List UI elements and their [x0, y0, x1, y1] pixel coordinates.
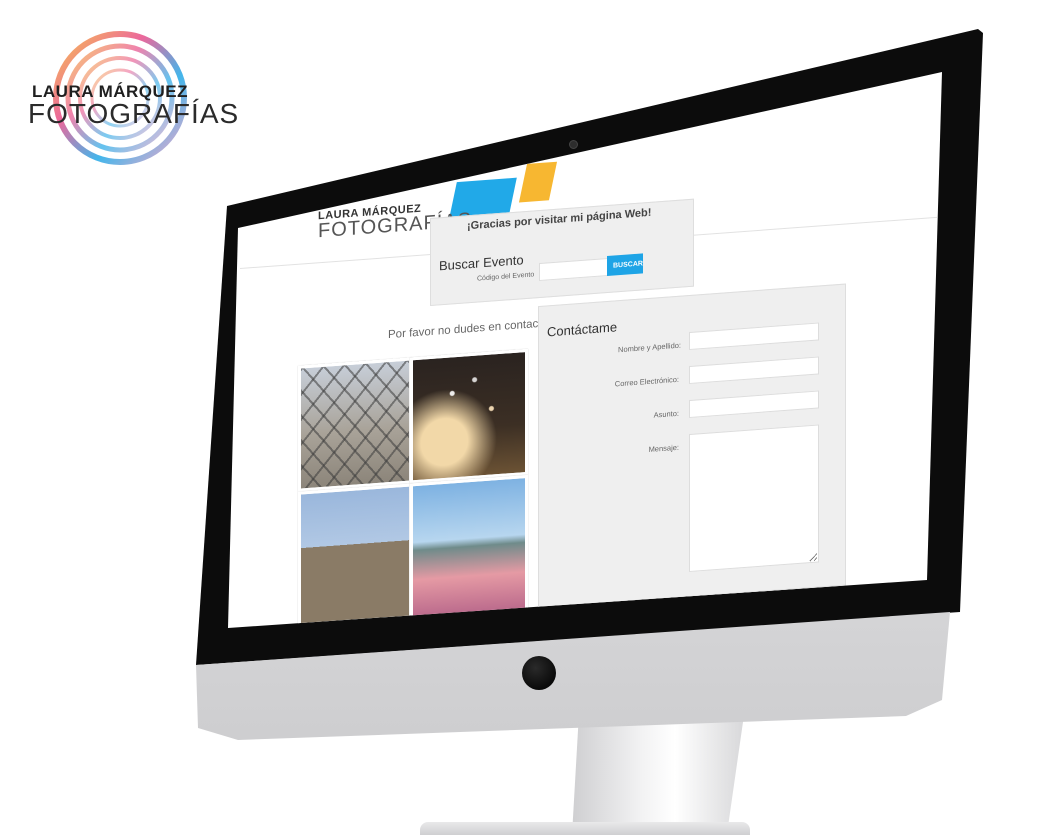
subject-label: Asunto: — [653, 408, 679, 420]
contact-title: Contáctame — [547, 319, 618, 340]
login-link[interactable]: Entrar — [834, 36, 861, 49]
camera-icon — [569, 140, 578, 149]
photo-gallery — [298, 348, 534, 628]
header-yellow-stripe — [518, 161, 558, 203]
message-label: Mensaje: — [648, 442, 679, 454]
event-code-input[interactable] — [539, 257, 611, 282]
contact-form: Contáctame Nombre y Apellido: Correo Ele… — [538, 283, 846, 609]
monitor: Entrar LAURA MÁRQUEZ FOTOGRAFÍAS ¡Gracia… — [0, 0, 1057, 835]
subject-field[interactable] — [689, 390, 819, 419]
search-button[interactable]: BUSCAR — [607, 253, 643, 277]
search-title: Buscar Evento — [439, 252, 524, 274]
message-field[interactable] — [689, 424, 819, 573]
name-label: Nombre y Apellido: — [618, 340, 681, 355]
name-field[interactable] — [689, 322, 819, 351]
gallery-photo-louvre[interactable] — [298, 357, 412, 492]
apple-logo-icon — [522, 656, 556, 690]
event-search-panel: ¡Gracias por visitar mi página Web! Busc… — [430, 198, 694, 307]
gallery-photo-boat[interactable] — [410, 474, 528, 624]
gallery-photo-couple[interactable] — [410, 348, 528, 484]
event-code-label: Código del Evento — [477, 271, 535, 283]
gallery-photo-notre-dame[interactable] — [298, 483, 412, 628]
email-field[interactable] — [689, 356, 819, 385]
email-label: Correo Electrónico: — [614, 374, 679, 389]
